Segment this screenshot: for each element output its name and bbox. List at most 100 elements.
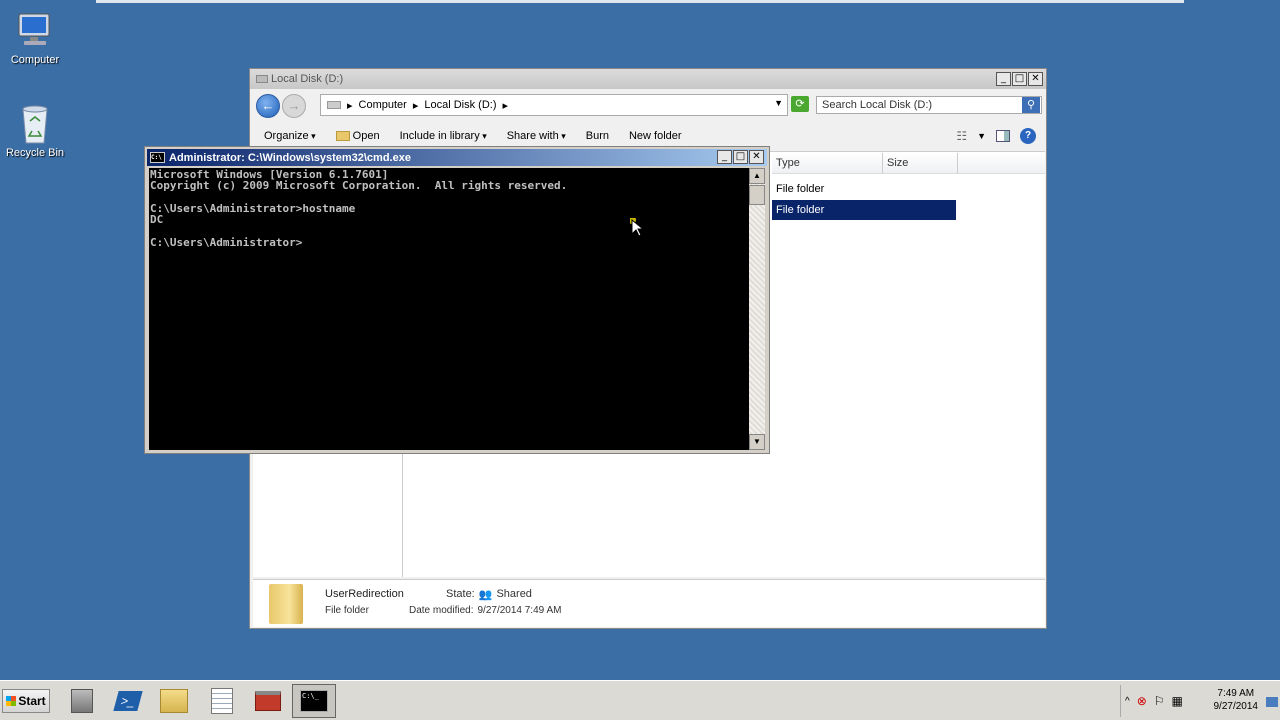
minimize-button[interactable]: _ (717, 150, 732, 164)
console-line: C:\Users\Administrator>hostname (150, 201, 356, 215)
open-button[interactable]: Open (335, 130, 380, 142)
state-value: Shared (496, 588, 532, 600)
include-in-library-button[interactable]: Include in library (400, 130, 487, 142)
minimize-button[interactable]: _ (996, 72, 1011, 86)
top-edge-bar (96, 0, 1184, 3)
taskbar-cmd[interactable]: C:\_ (292, 684, 336, 718)
cmd-icon: C:\ (150, 152, 165, 163)
cmd-window: C:\ Administrator: C:\Windows\system32\c… (144, 146, 770, 454)
refresh-button[interactable]: ⟳ (791, 96, 809, 112)
forward-button[interactable]: → (282, 94, 306, 118)
view-options-icon[interactable]: ☷ (956, 129, 967, 143)
chevron-right-icon[interactable]: ▸ (413, 99, 419, 112)
chevron-down-icon[interactable]: ▼ (977, 131, 986, 141)
column-header-extra[interactable] (958, 153, 1045, 174)
taskbar-powershell[interactable]: >_ (106, 684, 150, 718)
powershell-icon: >_ (113, 691, 143, 711)
explorer-title: Local Disk (D:) (271, 73, 344, 85)
start-label: Start (18, 694, 46, 708)
details-date: Date modified: 9/27/2014 7:49 AM (409, 605, 561, 616)
close-button[interactable]: ✕ (1028, 72, 1043, 86)
maximize-button[interactable]: □ (1012, 72, 1027, 86)
mouse-cursor-icon (628, 216, 650, 243)
desktop-icon-computer[interactable]: Computer (0, 10, 70, 66)
details-name: UserRedirection (325, 588, 404, 600)
search-icon[interactable]: ⚲ (1022, 97, 1040, 113)
burn-button[interactable]: Burn (586, 130, 609, 142)
recycle-bin-icon (15, 103, 55, 144)
console-line: Copyright (c) 2009 Microsoft Corporation… (150, 179, 568, 193)
open-label: Open (352, 130, 380, 142)
chevron-down-icon[interactable]: ▼ (774, 98, 783, 108)
preview-pane-icon[interactable] (996, 130, 1010, 142)
server-manager-icon (71, 689, 93, 713)
desktop-icon-label: Computer (10, 54, 60, 66)
show-desktop-button[interactable] (1266, 697, 1278, 707)
cmd-title: Administrator: C:\Windows\system32\cmd.e… (169, 151, 411, 164)
details-kind: File folder (325, 605, 369, 616)
column-header-type[interactable]: Type (772, 153, 883, 174)
new-folder-button[interactable]: New folder (629, 130, 682, 142)
taskbar-explorer[interactable] (152, 684, 196, 718)
explorer-titlebar[interactable]: Local Disk (D:) (250, 69, 1046, 89)
console-output[interactable]: Microsoft Windows [Version 6.1.7601] Copy… (149, 168, 750, 450)
cmd-icon: C:\_ (300, 690, 328, 712)
show-hidden-icons-button[interactable]: ^ (1125, 696, 1130, 707)
computer-icon (15, 10, 55, 50)
share-with-button[interactable]: Share with (507, 130, 566, 142)
address-bar[interactable]: ▸ Computer ▸ Local Disk (D:) ▸ ▼ (320, 94, 788, 116)
taskbar: Start >_ C:\_ ^ ⊗ ⚐ ▦ 7:49 AM 9/27/2014 (0, 680, 1280, 720)
breadcrumb-local-disk[interactable]: Local Disk (D:) (424, 99, 496, 111)
action-center-flag-icon[interactable]: ⚐ (1154, 694, 1165, 708)
taskbar-notepad[interactable] (200, 684, 244, 718)
command-bar: Organize Open Include in library Share w… (250, 125, 1046, 147)
scroll-down-button[interactable]: ▼ (749, 434, 765, 450)
organize-button[interactable]: Organize (264, 130, 316, 142)
state-label: State: (446, 588, 475, 600)
windows-logo-icon (6, 696, 17, 706)
search-placeholder: Search Local Disk (D:) (822, 99, 933, 111)
clock-time: 7:49 AM (1217, 688, 1255, 699)
search-input[interactable]: Search Local Disk (D:) ⚲ (816, 96, 1042, 114)
explorer-window-controls: _ □ ✕ (996, 72, 1043, 86)
breadcrumb-computer[interactable]: Computer (359, 99, 407, 111)
clock-date: 9/27/2014 (1213, 701, 1259, 712)
toolbox-icon (255, 691, 281, 711)
help-icon[interactable]: ? (1020, 128, 1036, 144)
back-button[interactable]: ← (256, 94, 280, 118)
cmd-window-controls: _ □ ✕ (717, 150, 764, 164)
scroll-up-button[interactable]: ▲ (749, 168, 765, 184)
desktop-icon-label: Recycle Bin (5, 147, 65, 159)
drive-icon (256, 75, 268, 83)
start-button[interactable]: Start (2, 689, 50, 713)
address-row: ← → ▸ Computer ▸ Local Disk (D:) ▸ ▼ ⟳ S… (250, 91, 1046, 121)
details-pane: UserRedirection File folder State: 👥 Sha… (253, 579, 1045, 627)
network-icon[interactable]: ⊗ (1137, 694, 1147, 708)
folder-icon (269, 584, 303, 624)
server-tray-icon[interactable]: ▦ (1172, 694, 1183, 708)
close-button[interactable]: ✕ (749, 150, 764, 164)
view-controls: ☷ ▼ ? (956, 128, 1036, 144)
console-line: DC (150, 213, 164, 227)
shared-users-icon: 👥 (478, 589, 493, 601)
clock[interactable]: 7:49 AM 9/27/2014 (1214, 687, 1259, 713)
maximize-button[interactable]: □ (733, 150, 748, 164)
list-item[interactable]: File folder (772, 179, 956, 199)
drive-icon (327, 101, 341, 109)
scroll-thumb[interactable] (749, 185, 765, 205)
chevron-right-icon: ▸ (347, 99, 353, 112)
details-state: State: 👥 Shared (446, 588, 532, 601)
taskbar-server-manager[interactable] (60, 684, 104, 718)
column-header-size[interactable]: Size (883, 153, 958, 174)
chevron-right-icon[interactable]: ▸ (502, 99, 508, 112)
taskbar-toolbox[interactable] (246, 684, 290, 718)
cmd-titlebar[interactable]: C:\ Administrator: C:\Windows\system32\c… (147, 149, 767, 166)
date-label: Date modified: (409, 605, 474, 616)
date-value: 9/27/2014 7:49 AM (477, 605, 562, 616)
vertical-scrollbar[interactable]: ▲ ▼ (749, 168, 765, 450)
desktop-icon-recycle-bin[interactable]: Recycle Bin (0, 103, 70, 159)
list-item-selected[interactable]: File folder (772, 200, 956, 220)
folder-icon (335, 131, 350, 141)
notepad-icon (211, 688, 233, 714)
explorer-folder-icon (160, 689, 188, 713)
